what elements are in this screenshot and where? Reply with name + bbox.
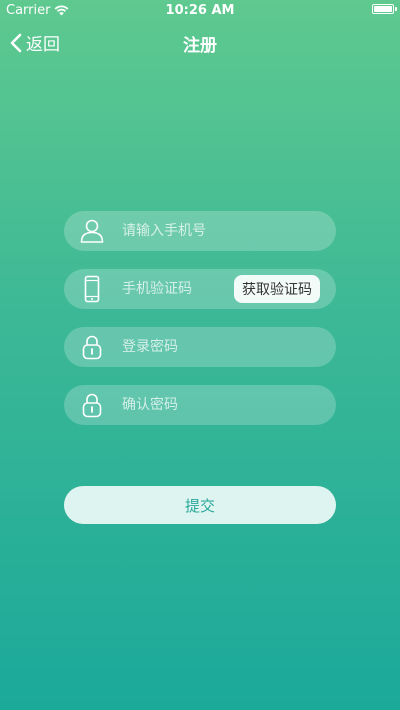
phone-field: [64, 211, 336, 251]
status-bar: Carrier 10:26 AM: [0, 0, 400, 22]
nav-bar: 返回 注册: [0, 22, 400, 62]
phone-input[interactable]: [122, 211, 322, 251]
confirm-password-input[interactable]: [122, 385, 322, 425]
user-icon: [80, 219, 104, 243]
code-input[interactable]: [122, 269, 232, 309]
password-input[interactable]: [122, 327, 322, 367]
code-field: 获取验证码: [64, 269, 336, 309]
lock-icon: [82, 335, 102, 360]
get-code-button[interactable]: 获取验证码: [234, 275, 320, 303]
battery-icon: [372, 4, 397, 14]
mobile-phone-icon: [84, 275, 100, 303]
lock-icon: [82, 393, 102, 418]
page-title: 注册: [183, 36, 217, 56]
submit-button[interactable]: 提交: [64, 486, 336, 524]
confirm-password-field: [64, 385, 336, 425]
password-field: [64, 327, 336, 367]
status-time: 10:26 AM: [165, 3, 235, 18]
